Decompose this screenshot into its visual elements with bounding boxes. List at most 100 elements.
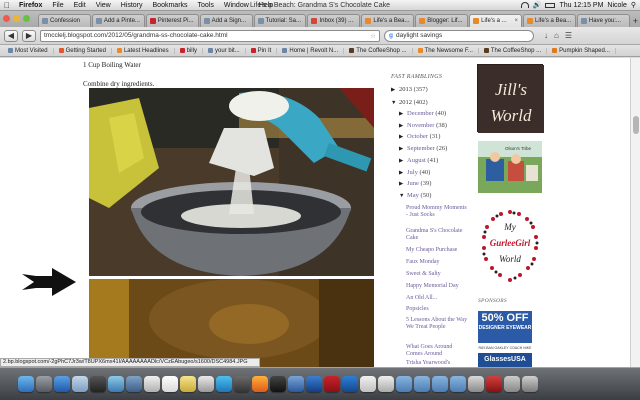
archive-post-link[interactable]: My Cheapo Purchase — [406, 247, 470, 254]
tab[interactable]: Add a Sign... — [199, 14, 253, 27]
image-dock-icon[interactable] — [468, 376, 484, 392]
folder-dock-icon[interactable] — [414, 376, 430, 392]
minimize-window-icon[interactable] — [13, 15, 20, 22]
mixing-bowl-photo[interactable] — [89, 88, 374, 276]
forward-button[interactable]: ▶ — [22, 29, 36, 42]
preview-icon[interactable] — [378, 376, 394, 392]
mail-icon[interactable] — [108, 376, 124, 392]
archive-post-link[interactable]: Popsicles — [406, 306, 470, 313]
page-scrollbar[interactable] — [630, 58, 640, 367]
archive-month[interactable]: ▶ October (31) — [399, 133, 440, 140]
pinterest-dock-icon[interactable] — [324, 376, 340, 392]
home-icon[interactable]: ⌂ — [554, 31, 559, 40]
scrollbar-thumb[interactable] — [633, 116, 639, 134]
messages-icon[interactable] — [216, 376, 232, 392]
olsons-tribe-button[interactable]: Olson's Tribe — [478, 141, 542, 193]
menu-icon[interactable]: ☰ — [565, 31, 572, 40]
battery-icon[interactable] — [545, 2, 556, 8]
tab[interactable]: Blogger: Lif... — [415, 14, 469, 27]
document-dock-icon[interactable] — [504, 376, 520, 392]
bookmark-item[interactable]: Getting Started — [54, 47, 112, 54]
archive-month[interactable]: ▼ May (50) — [399, 192, 431, 199]
tab[interactable]: Tutorial: Sa... — [253, 14, 307, 27]
archive-month[interactable]: ▶ August (41) — [399, 157, 438, 164]
downloads-dock-icon[interactable] — [450, 376, 466, 392]
menu-bookmarks[interactable]: Bookmarks — [148, 2, 193, 9]
expand-arrow-icon[interactable]: ▶ — [399, 158, 407, 164]
system-preferences-icon[interactable] — [360, 376, 376, 392]
collapse-arrow-icon[interactable]: ▼ — [399, 193, 407, 199]
reminders-icon[interactable] — [198, 376, 214, 392]
canada-flag-icon[interactable] — [486, 376, 502, 392]
word-icon[interactable] — [342, 376, 358, 392]
folder-dock-icon[interactable] — [432, 376, 448, 392]
menu-edit[interactable]: Edit — [69, 2, 91, 9]
archive-month[interactable]: ▶ December (40) — [399, 110, 446, 117]
collapse-arrow-icon[interactable]: ▼ — [391, 100, 399, 106]
archive-year[interactable]: ▶ 2013 (357) — [391, 86, 428, 93]
clock[interactable]: Thu 12:15 PM — [559, 2, 603, 9]
archive-month[interactable]: ▶ November (38) — [399, 122, 447, 129]
archive-post-link[interactable]: Proud Mommy Moments - Just Socks — [406, 205, 470, 219]
expand-arrow-icon[interactable]: ▶ — [399, 170, 407, 176]
archive-post-link[interactable]: Faux Monday — [406, 259, 470, 266]
bookmark-item[interactable]: Pumpkin Shaped... — [547, 47, 616, 54]
eyewear-ad-banner[interactable]: 50% OFF DESIGNER EYEWEAR — [478, 311, 532, 343]
glassesusa-logo[interactable]: GlassesUSA — [478, 353, 532, 367]
calendar-icon[interactable] — [162, 376, 178, 392]
tab[interactable]: Life's a Bea... — [523, 14, 576, 27]
facetime-icon[interactable] — [234, 376, 250, 392]
url-bar[interactable]: tmcclelj.blogspot.com/2012/05/grandma-ss… — [40, 29, 380, 42]
trash-icon[interactable] — [522, 376, 538, 392]
bookmark-item[interactable]: Latest Headlines — [112, 47, 175, 54]
archive-post-link[interactable]: Sweet & Salty — [406, 271, 470, 278]
bookmark-item[interactable]: your bit... — [203, 47, 246, 54]
jills-world-button[interactable]: Jill's World — [477, 64, 544, 133]
folder-dock-icon[interactable] — [396, 376, 412, 392]
menu-file[interactable]: File — [47, 2, 68, 9]
tab[interactable]: Confession — [38, 14, 91, 27]
firefox-dock-icon[interactable] — [252, 376, 268, 392]
apple-icon[interactable]:  — [0, 1, 14, 10]
close-tab-icon[interactable]: × — [515, 18, 519, 24]
expand-arrow-icon[interactable]: ▶ — [399, 134, 407, 140]
archive-post-link[interactable]: Happy Memorial Day — [406, 283, 470, 290]
app-store-icon[interactable] — [288, 376, 304, 392]
bookmark-item[interactable]: billy — [175, 47, 203, 54]
tab-active[interactable]: Life's a ... × — [469, 14, 523, 27]
bookmark-star-icon[interactable]: ☆ — [370, 32, 376, 40]
bookmark-item[interactable]: Most Visited — [3, 47, 54, 54]
expand-arrow-icon[interactable]: ▶ — [399, 181, 407, 187]
zoom-window-icon[interactable] — [23, 15, 30, 22]
tab[interactable]: Pinterest Pi... — [145, 14, 199, 27]
expand-arrow-icon[interactable]: ▶ — [399, 123, 407, 129]
bookmark-item[interactable]: The Newsome F... — [413, 47, 479, 54]
download-icon[interactable]: ↓ — [544, 31, 548, 40]
archive-post-link[interactable]: Trisha Yearwood's — [406, 360, 470, 367]
photo-booth-icon[interactable] — [90, 376, 106, 392]
contacts-icon[interactable] — [144, 376, 160, 392]
itunes-icon[interactable] — [126, 376, 142, 392]
dashboard-icon[interactable] — [36, 376, 52, 392]
ad-brand-strip[interactable]: RAY-BAN OAKLEY COACH NIKE — [478, 344, 532, 352]
tab[interactable]: Inbox (39) ... — [307, 14, 361, 27]
expand-arrow-icon[interactable]: ▶ — [399, 146, 407, 152]
terminal-icon[interactable] — [270, 376, 286, 392]
archive-month[interactable]: ▶ June (39) — [399, 180, 431, 187]
expand-arrow-icon[interactable]: ▶ — [399, 111, 407, 117]
chocolate-batter-photo[interactable] — [89, 279, 374, 367]
spotlight-icon[interactable]: ⚲ — [631, 1, 636, 9]
archive-post-link[interactable]: Grandma S's Chocolate Cake — [406, 228, 470, 242]
archive-post-link[interactable]: 5 Lessons About the Way We Treat People — [406, 317, 470, 331]
wifi-icon[interactable] — [520, 2, 529, 8]
safari-icon[interactable] — [72, 376, 88, 392]
bookmark-item[interactable]: Home | Revolt N... — [277, 47, 345, 54]
menu-tools[interactable]: Tools — [193, 2, 219, 9]
search-field[interactable]: g daylight savings — [384, 29, 534, 42]
mission-control-icon[interactable] — [54, 376, 70, 392]
bookmark-item[interactable]: The CoffeeShop ... — [479, 47, 548, 54]
tab[interactable]: Life's a Bea... — [361, 14, 415, 27]
expand-arrow-icon[interactable]: ▶ — [391, 87, 399, 93]
archive-month[interactable]: ▶ September (26) — [399, 145, 447, 152]
gurlee-girl-world-button[interactable]: My GurleeGirl World — [478, 208, 542, 288]
